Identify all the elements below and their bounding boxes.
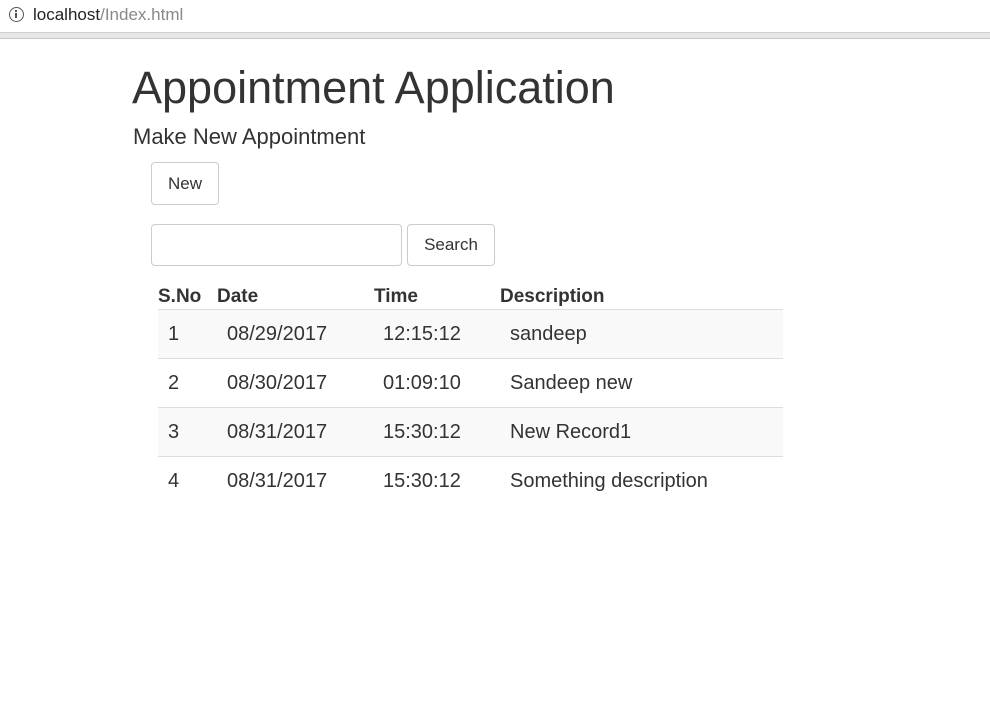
- address-bar[interactable]: localhost/Index.html: [0, 0, 990, 33]
- cell-description: Something description: [510, 470, 708, 492]
- page-title: Appointment Application: [132, 62, 615, 113]
- cell-date: 08/29/2017: [227, 323, 328, 345]
- table-row: 2 08/30/2017 01:09:10 Sandeep new: [158, 358, 783, 407]
- cell-date: 08/31/2017: [227, 470, 328, 492]
- info-icon[interactable]: [9, 7, 24, 22]
- page-subtitle: Make New Appointment: [133, 124, 366, 149]
- table-row: 3 08/31/2017 15:30:12 New Record1: [158, 407, 783, 456]
- cell-sno: 2: [168, 372, 180, 394]
- cell-description: New Record1: [510, 421, 632, 443]
- table-row: 4 08/31/2017 15:30:12 Something descript…: [158, 456, 783, 505]
- search-input[interactable]: [151, 224, 402, 266]
- search-button[interactable]: Search: [407, 224, 495, 266]
- header-date: Date: [217, 286, 259, 307]
- cell-description: Sandeep new: [510, 372, 633, 394]
- cell-date: 08/31/2017: [227, 421, 328, 443]
- url-path: /Index.html: [100, 5, 184, 24]
- header-time: Time: [374, 286, 419, 307]
- header-sno: S.No: [158, 286, 202, 307]
- url-host: localhost: [33, 5, 101, 24]
- cell-time: 12:15:12: [383, 323, 461, 345]
- toolbar-divider: [0, 33, 990, 39]
- cell-time: 15:30:12: [383, 421, 461, 443]
- url-text[interactable]: localhost/Index.html: [33, 5, 183, 25]
- table-row: 1 08/29/2017 12:15:12 sandeep: [158, 309, 783, 358]
- cell-time: 01:09:10: [383, 372, 461, 394]
- new-button[interactable]: New: [151, 162, 219, 205]
- cell-date: 08/30/2017: [227, 372, 328, 394]
- cell-description: sandeep: [510, 323, 587, 345]
- cell-time: 15:30:12: [383, 470, 461, 492]
- header-description: Description: [500, 286, 605, 307]
- cell-sno: 1: [168, 323, 180, 345]
- cell-sno: 4: [168, 470, 180, 492]
- table-body: 1 08/29/2017 12:15:12 sandeep 2 08/30/20…: [158, 309, 783, 505]
- cell-sno: 3: [168, 421, 180, 443]
